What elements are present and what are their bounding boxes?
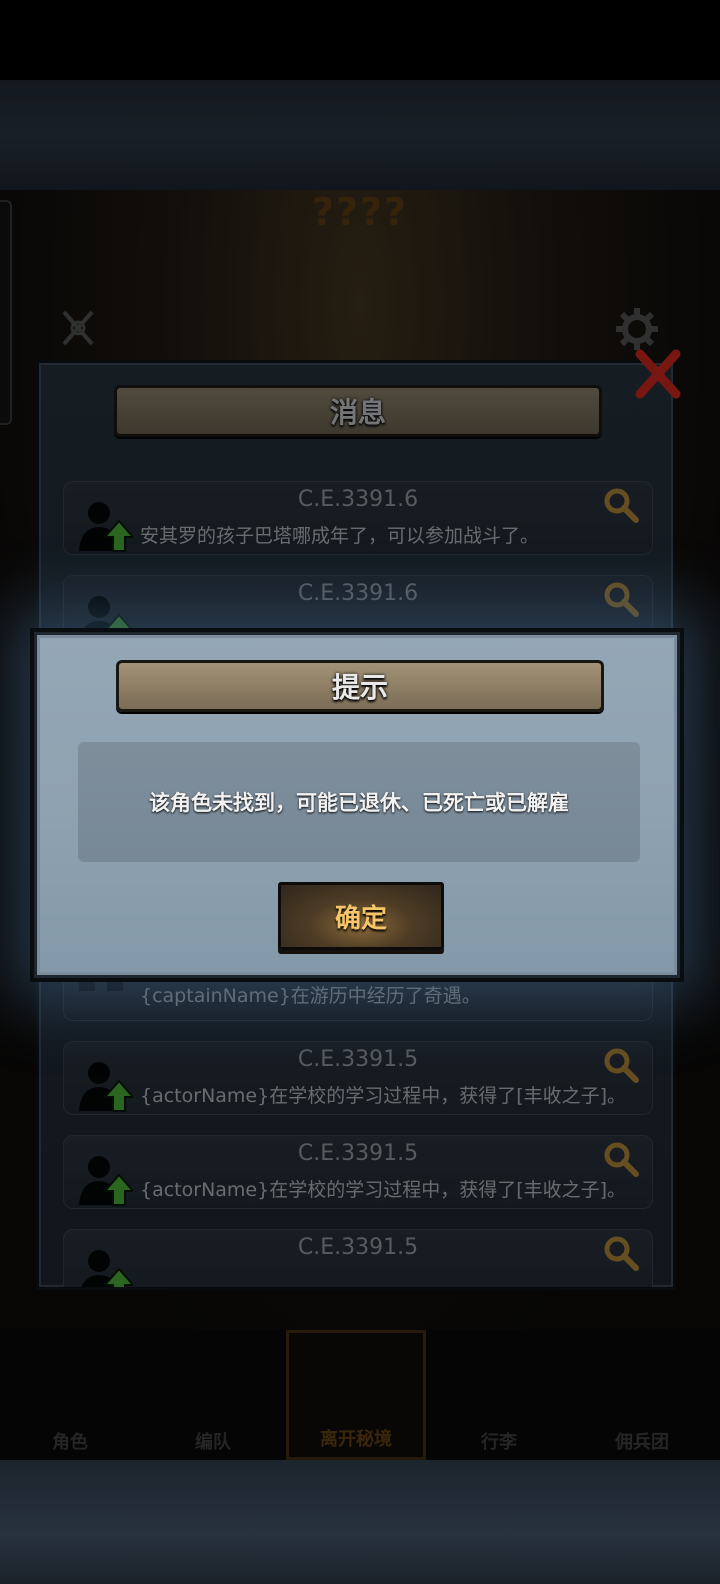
dialog-title: 提示 [116,660,604,712]
confirm-button[interactable]: 确定 [278,882,444,950]
dialog-message-box: 该角色未找到，可能已退休、已死亡或已解雇 [78,742,640,862]
footer-band [0,1460,720,1584]
status-bar [0,0,720,80]
alert-dialog: 提示 该角色未找到，可能已退休、已死亡或已解雇 确定 [30,628,684,982]
dialog-message: 该角色未找到，可能已退休、已死亡或已解雇 [149,791,569,815]
